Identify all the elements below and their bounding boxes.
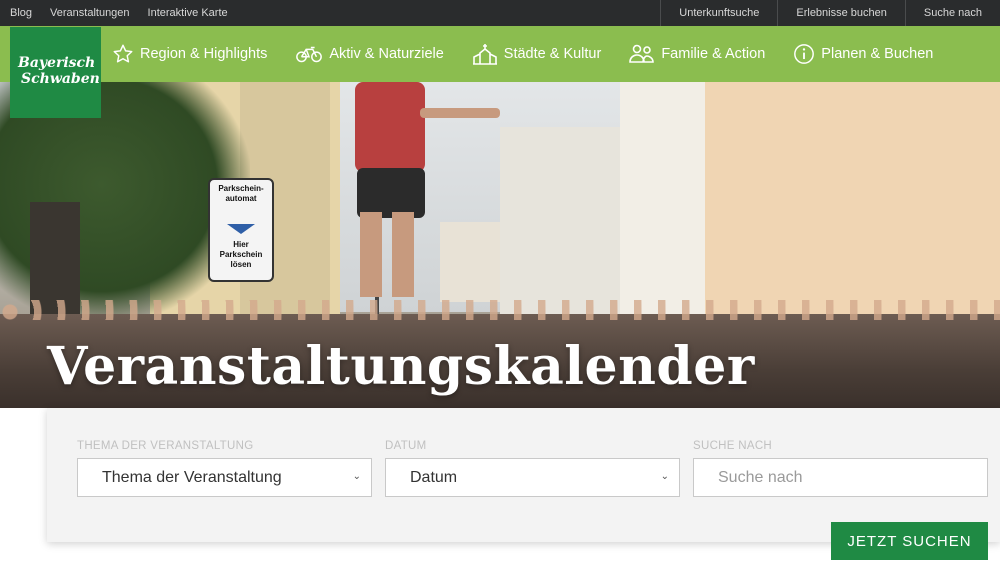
family-icon — [629, 43, 655, 65]
nav-item-staedte-kultur[interactable]: Städte & Kultur — [472, 43, 602, 65]
date-select[interactable]: Datum ⌄ — [385, 458, 680, 497]
logo-line-1: Bayerisch — [18, 55, 96, 71]
church-icon — [472, 43, 498, 65]
info-icon — [793, 43, 815, 65]
nav-item-aktiv-naturziele[interactable]: Aktiv & Naturziele — [295, 43, 444, 65]
erlebnisse-buchen-link[interactable]: Erlebnisse buchen — [777, 0, 905, 26]
nav-item-familie-action[interactable]: Familie & Action — [629, 43, 765, 65]
search-input[interactable]: Suche nach — [693, 458, 988, 497]
unterkunftsuche-link[interactable]: Unterkunftsuche — [660, 0, 777, 26]
nav-item-label: Familie & Action — [661, 46, 766, 62]
nav-item-label: Region & Highlights — [140, 46, 268, 62]
veranstaltungen-link[interactable]: Veranstaltungen — [50, 7, 130, 19]
nav-item-label: Aktiv & Naturziele — [329, 46, 444, 62]
date-label: DATUM — [385, 440, 427, 452]
nav-item-planen-buchen[interactable]: Planen & Buchen — [793, 43, 933, 65]
nav-item-label: Planen & Buchen — [821, 46, 934, 62]
theme-label: THEMA DER VERANSTALTUNG — [77, 440, 254, 452]
theme-select[interactable]: Thema der Veranstaltung ⌄ — [77, 458, 372, 497]
chevron-down-icon: ⌄ — [660, 471, 669, 482]
interaktive-karte-link[interactable]: Interaktive Karte — [148, 7, 228, 19]
top-left-links: Blog Veranstaltungen Interaktive Karte — [10, 0, 228, 26]
logo[interactable]: Bayerisch Schwaben — [10, 27, 101, 118]
search-button[interactable]: JETZT SUCHEN — [831, 522, 988, 560]
bicycle-icon — [295, 43, 323, 65]
chevron-down-icon: ⌄ — [352, 471, 361, 482]
nav-item-label: Städte & Kultur — [503, 46, 602, 62]
parking-sign: Parkschein- automat Hier Parkschein löse… — [208, 178, 274, 282]
star-icon — [112, 43, 134, 65]
search-label: SUCHE NACH — [693, 440, 773, 452]
logo-line-2: Schwaben — [21, 71, 100, 87]
top-utility-bar: Blog Veranstaltungen Interaktive Karte U… — [0, 0, 1000, 26]
page-title: Veranstaltungskalender — [47, 336, 755, 397]
nav-item-region-highlights[interactable]: Region & Highlights — [112, 43, 267, 65]
main-navigation: Region & Highlights Aktiv & Naturziele S… — [0, 26, 1000, 82]
suche-nach-link[interactable]: Suche nach — [904, 0, 1000, 26]
blog-link[interactable]: Blog — [10, 7, 32, 19]
top-right-links: Unterkunftsuche Erlebnisse buchen Suche … — [660, 0, 1000, 26]
performer — [355, 82, 425, 172]
